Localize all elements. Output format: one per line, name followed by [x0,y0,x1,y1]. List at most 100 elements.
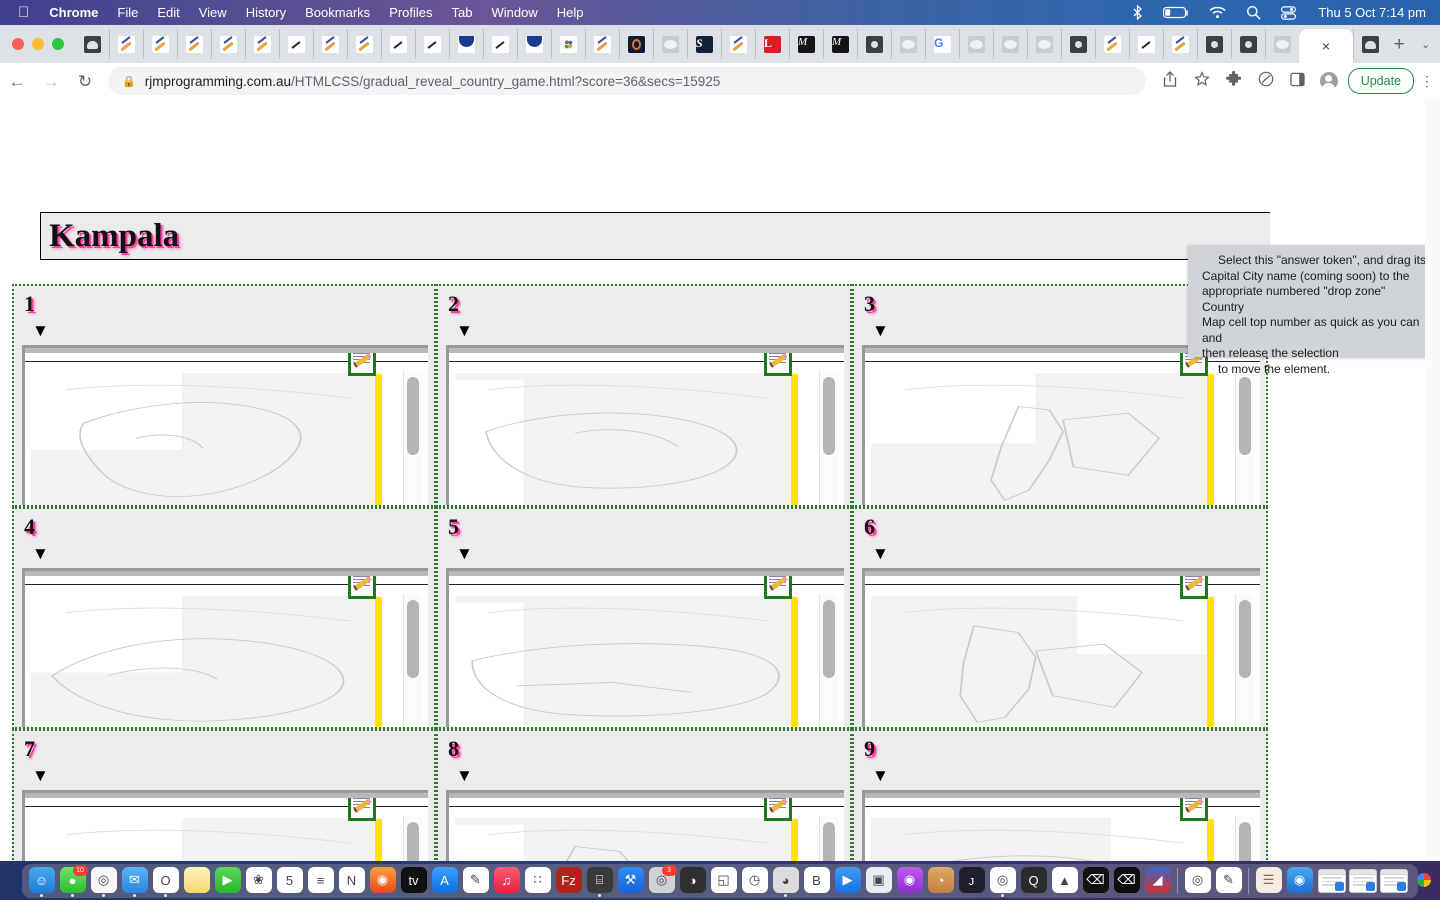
chevron-down-icon[interactable]: ▼ [32,322,49,339]
browser-tab[interactable] [449,29,483,59]
zoom-button[interactable] [52,38,64,50]
browser-tab[interactable] [211,29,245,59]
dock-item-screen-sharing[interactable]: ▣ [864,866,894,896]
browser-tab[interactable] [1027,29,1061,59]
browser-tab[interactable] [517,29,551,59]
chevron-down-icon[interactable]: ▼ [872,322,889,339]
browser-tab[interactable]: M [823,29,857,59]
dock-item-notes[interactable] [182,866,212,896]
browser-tab[interactable]: S [687,29,721,59]
browser-tab[interactable] [1129,29,1163,59]
reload-button[interactable]: ↻ [68,73,102,90]
dock-item-dictionary[interactable]: ᴊ [957,866,987,896]
browser-tab[interactable] [381,29,415,59]
browser-tab[interactable] [109,29,143,59]
control-center-icon[interactable] [1281,5,1297,20]
update-button[interactable]: Update [1347,68,1414,94]
dock-item-calculator[interactable]: ⌸ [585,866,615,897]
browser-tab[interactable] [857,29,891,59]
dock-item-calendar[interactable]: 5 [275,866,305,896]
dock-item-facetime[interactable]: ▶ [213,866,243,896]
bluetooth-icon[interactable] [1132,5,1143,20]
browser-tab[interactable] [1231,29,1265,59]
dock-item-gimp[interactable]: ◕ [771,866,801,897]
scrollbar-thumb[interactable] [1239,600,1251,678]
bookmark-star-icon[interactable] [1186,71,1218,91]
extensions-puzzle-icon[interactable] [1218,70,1250,91]
iframe-scrollbar[interactable] [1235,594,1254,727]
country-map-iframe[interactable] [22,345,428,505]
tab-search-icon[interactable]: ⌄ [1411,38,1440,51]
country-map-iframe[interactable] [22,568,428,727]
browser-tab[interactable] [1265,29,1299,59]
spotlight-search-icon[interactable] [1246,5,1261,20]
menu-item-history[interactable]: History [246,5,286,20]
browser-tab[interactable] [415,29,449,59]
chevron-down-icon[interactable]: ▼ [456,767,473,784]
chevron-down-icon[interactable]: ▼ [32,767,49,784]
map-drop-zone-cell[interactable]: 4 ▼ [12,507,436,729]
dock-item-apple-tv[interactable]: tv [399,866,429,896]
scrollbar-thumb[interactable] [823,600,835,678]
dock-item-firefox[interactable]: ◉ [368,866,398,896]
profile-avatar[interactable] [1319,72,1338,91]
map-drop-zone-cell[interactable]: 1 ▼ [12,284,436,507]
browser-tab[interactable] [347,29,381,59]
chevron-down-icon[interactable]: ▼ [872,767,889,784]
iframe-scrollbar[interactable] [819,371,838,505]
browser-tab[interactable] [177,29,211,59]
dock-item-iterm[interactable]: ⌫ [1112,866,1142,896]
browser-tab[interactable] [1095,29,1129,59]
dock-item-paintbrush-app[interactable]: ✎ [461,866,491,896]
browser-tab[interactable] [313,29,347,59]
browser-tab[interactable] [483,29,517,59]
side-panel-icon[interactable] [1282,72,1314,91]
dock-item-terminal[interactable]: ⌫ [1081,866,1111,896]
menu-item-window[interactable]: Window [492,5,538,20]
menu-item-edit[interactable]: Edit [157,5,179,20]
dock-item-scanner-app[interactable]: ◎ 3 [647,865,677,896]
dock-item-inkscape[interactable]: ▲ [1050,866,1080,896]
browser-tab[interactable] [585,29,619,59]
dock-item-automator[interactable]: ◔ [926,866,956,896]
dock-item-chrome-dock[interactable]: ◎ [988,866,1018,897]
browser-tab[interactable]: M [789,29,823,59]
dock-item-downloads-stack[interactable]: ☰ [1254,866,1284,896]
dock-item-launchpad[interactable]: ∷ [523,866,553,896]
dock-item-finder[interactable]: ☺ [27,866,57,897]
dock-item-maps[interactable]: ◷ [740,866,770,896]
close-button[interactable] [12,38,24,50]
dock-item-minimized-chrome[interactable] [1409,866,1439,896]
menu-item-file[interactable]: File [117,5,138,20]
menu-bar-clock[interactable]: Thu 5 Oct 7:14 pm [1318,5,1426,20]
lighthouse-icon[interactable] [1250,71,1282,91]
chevron-down-icon[interactable]: ▼ [872,545,889,562]
dock-item-chrome-window[interactable]: ◎ [1183,866,1213,896]
menu-item-help[interactable]: Help [557,5,584,20]
dock-item-xcode[interactable]: ⚒ [616,866,646,896]
scrollbar-thumb[interactable] [823,377,835,455]
minimize-button[interactable] [32,38,44,50]
menu-item-tab[interactable]: Tab [452,5,473,20]
browser-tab[interactable] [279,29,313,59]
iframe-scrollbar[interactable] [403,594,422,727]
browser-tab[interactable] [551,29,585,59]
chevron-down-icon[interactable]: ▼ [456,545,473,562]
active-tab[interactable]: × [1299,29,1353,63]
address-bar[interactable]: 🔒 rjmprogramming.com.au/HTMLCSS/gradual_… [108,67,1146,95]
forward-button[interactable]: → [34,73,68,90]
back-button[interactable]: ← [0,73,34,90]
map-drop-zone-cell[interactable]: 6 ▼ [852,507,1268,729]
iframe-scrollbar[interactable] [403,371,422,505]
browser-tab[interactable] [721,29,755,59]
dock-item-minimized-window[interactable] [1378,866,1408,896]
share-icon[interactable] [1154,71,1186,91]
answer-token-title-box[interactable]: Kampala [40,212,1385,260]
browser-tab[interactable] [891,29,925,59]
dock-item-news[interactable]: N [337,866,367,896]
dock-item-libreoffice[interactable]: ◱ [709,866,739,896]
dock-item-photos[interactable]: ❀ [244,866,274,896]
iframe-scrollbar[interactable] [1235,371,1254,505]
chrome-menu-button[interactable]: ⋮ [1414,73,1440,90]
browser-tab[interactable] [1163,29,1197,59]
